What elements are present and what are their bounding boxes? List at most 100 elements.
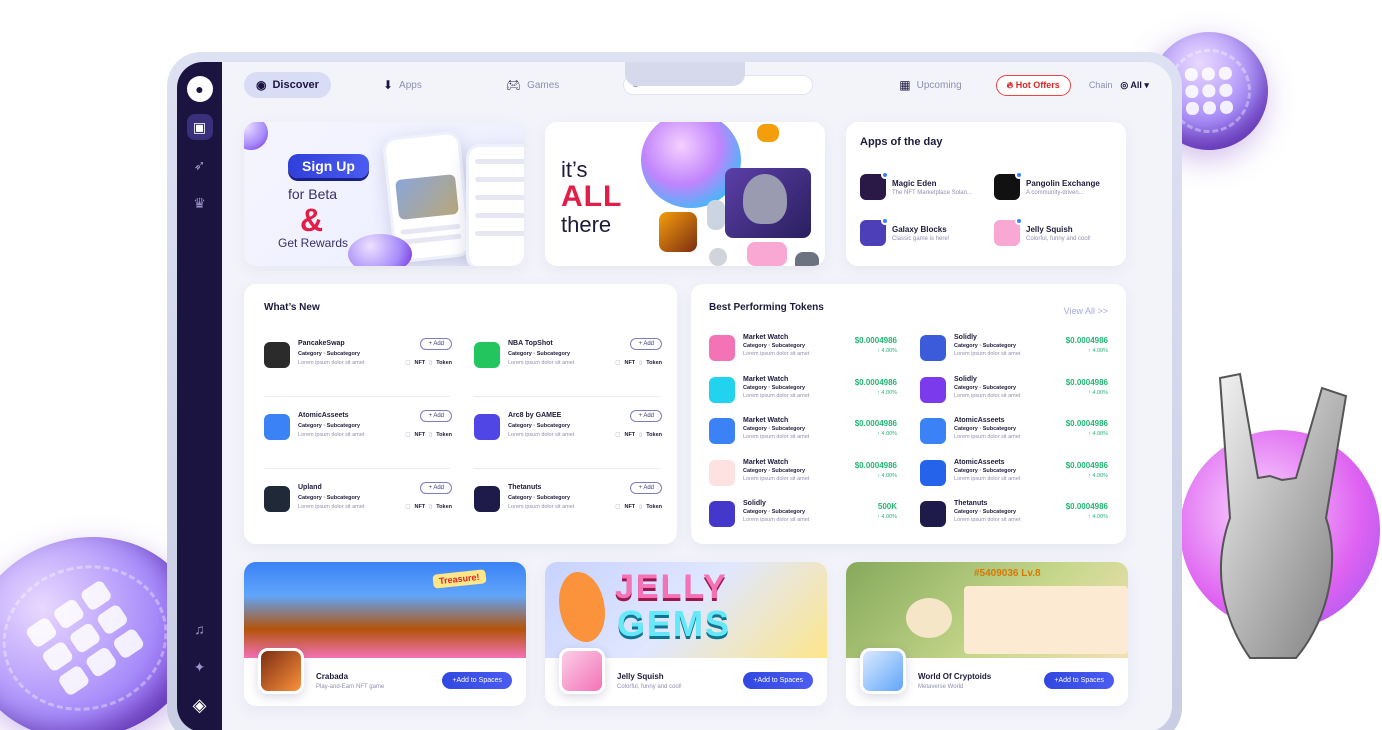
whats-new-item[interactable]: Upland Category · Subcategory Lorem ipsum … xyxy=(264,482,452,522)
app-icon xyxy=(474,486,500,512)
nft-tag-icon: ▢ xyxy=(615,360,621,366)
signup-banner[interactable]: Sign Up for Beta & Get Rewards xyxy=(244,122,524,266)
jelly-squish-icon xyxy=(994,217,1023,246)
token-tag: Token xyxy=(646,432,662,438)
token-price: $0.0004986 xyxy=(1065,377,1108,387)
add-button[interactable]: + Add xyxy=(630,338,662,350)
token-icon xyxy=(920,376,946,403)
token-name: Market Watch xyxy=(743,417,789,424)
app-card[interactable]: Galaxy Blocks Classic game is here! xyxy=(860,217,990,246)
all-there-banner[interactable]: it’s ALL there xyxy=(545,122,825,266)
tab-games[interactable]: 🎮︎ Games xyxy=(494,72,571,98)
add-to-spaces-button[interactable]: +Add to Spaces xyxy=(442,672,512,689)
token-row[interactable]: AtomicAsseets Category · Subcategory Lorem… xyxy=(920,417,1108,447)
token-row[interactable]: Solidly Category · Subcategory Lorem ipsum… xyxy=(709,500,897,530)
sidebar-store-icon[interactable]: ▣ xyxy=(186,114,213,140)
token-row[interactable]: Thetanuts Category · Subcategory Lorem ips… xyxy=(920,500,1108,530)
token-price: $0.0004986 xyxy=(854,460,897,470)
beta-text: for Beta xyxy=(288,186,338,202)
sidebar-crown-icon[interactable]: ♛ xyxy=(187,190,213,216)
app-card[interactable]: Magic Eden The NFT Marketplace Solan... xyxy=(860,171,990,200)
token-tag: Token xyxy=(436,432,452,438)
whats-new-item[interactable]: NBA TopShot Category · Subcategory Lorem i… xyxy=(474,338,662,378)
app-desc: A community-driven... xyxy=(1026,189,1084,196)
token-row[interactable]: Solidly Category · Subcategory Lorem ipsum… xyxy=(920,376,1108,406)
token-row[interactable]: Market Watch Category · Subcategory Lorem … xyxy=(709,459,897,489)
token-change: ↑ 4.00% xyxy=(1088,472,1108,479)
game-tile xyxy=(709,248,727,266)
view-all-link[interactable]: View All >> xyxy=(1064,306,1108,316)
game-card-cryptoids[interactable]: #5409036 Lv.8 World Of Cryptoids Metaver… xyxy=(846,562,1128,706)
app-name: AtomicAsseets xyxy=(298,412,349,419)
token-row[interactable]: Market Watch Category · Subcategory Lorem … xyxy=(709,334,897,364)
token-price: 500K xyxy=(877,502,897,511)
add-button[interactable]: + Add xyxy=(630,410,662,422)
app-category: Category · Subcategory xyxy=(508,495,571,501)
app-name: NBA TopShot xyxy=(508,340,553,347)
app-desc: Lorem ipsum dolor sit amet xyxy=(298,360,365,366)
game-name: World Of Cryptoids xyxy=(918,672,992,681)
token-change: ↑ 4.00% xyxy=(877,348,897,354)
user-avatar-icon[interactable]: ● xyxy=(186,76,213,102)
add-button[interactable]: + Add xyxy=(420,482,452,494)
add-button[interactable]: + Add xyxy=(420,410,452,422)
game-name: Crabada xyxy=(316,672,349,681)
game-card-jelly-squish[interactable]: JELLY GEMS Jelly Squish Colorful, funny … xyxy=(545,562,827,706)
add-to-spaces-button[interactable]: +Add to Spaces xyxy=(1044,672,1114,689)
apps-of-the-day: Apps of the day Magic Eden The NFT Market… xyxy=(846,122,1126,266)
sidebar-sparkle-icon[interactable]: ✦ xyxy=(187,654,213,680)
whats-new-item[interactable]: AtomicAsseets Category · Subcategory Lorem… xyxy=(264,410,452,450)
token-name: Solidly xyxy=(743,500,766,507)
app-card[interactable]: Pangolin Exchange A community-driven... xyxy=(994,171,1124,200)
token-desc: Lorem ipsum dolor sit amet xyxy=(743,351,810,357)
token-category: Category · Subcategory xyxy=(743,426,806,432)
tab-apps-label: Apps xyxy=(399,79,422,91)
token-change: ↑ 4.00% xyxy=(877,389,897,396)
tab-discover[interactable]: ◉ Discover xyxy=(244,72,331,98)
token-row[interactable]: Market Watch Category · Subcategory Lorem … xyxy=(709,376,897,406)
sign-up-button[interactable]: Sign Up xyxy=(288,154,369,178)
whats-new-title: What’s New xyxy=(264,302,320,313)
token-desc: Lorem ipsum dolor sit amet xyxy=(954,392,1021,399)
app-desc: Lorem ipsum dolor sit amet xyxy=(298,504,365,510)
whats-new-item[interactable]: Thetanuts Category · Subcategory Lorem ips… xyxy=(474,482,662,522)
gamepad-icon: 🎮︎ xyxy=(505,78,522,92)
token-name: Solidly xyxy=(954,375,977,383)
app-tags: ▢ NFT ▯ Token xyxy=(615,432,662,438)
app-card[interactable]: Jelly Squish Colorful, funny and cool! xyxy=(994,217,1124,246)
divider xyxy=(264,468,450,469)
token-category: Category · Subcategory xyxy=(743,384,806,391)
token-name: Solidly xyxy=(954,334,977,341)
app-name: Thetanuts xyxy=(508,484,542,491)
app-name: Arc8 by GAMEE xyxy=(508,412,562,419)
token-category: Category · Subcategory xyxy=(954,509,1017,515)
hot-offers-button[interactable]: 🔥︎ Hot Offers xyxy=(995,74,1071,96)
brand-logo-icon[interactable]: ◈ xyxy=(187,692,213,718)
nft-tag: NFT xyxy=(414,360,426,366)
token-row[interactable]: AtomicAsseets Category · Subcategory Lorem… xyxy=(920,459,1108,489)
app-icon xyxy=(264,486,290,512)
orange-slice-icon xyxy=(559,572,605,642)
token-icon xyxy=(920,501,946,527)
whats-new-item[interactable]: Arc8 by GAMEE Category · Subcategory Lorem… xyxy=(474,410,662,450)
token-row[interactable]: Market Watch Category · Subcategory Lorem … xyxy=(709,417,897,447)
decorative-coin-icon xyxy=(244,122,268,150)
add-button[interactable]: + Add xyxy=(630,482,662,494)
app-tags: ▢ NFT ▯ Token xyxy=(405,432,452,438)
whats-new-item[interactable]: PancakeSwap Category · Subcategory Lorem i… xyxy=(264,338,452,378)
notification-bell-icon[interactable]: ♫ xyxy=(187,616,213,642)
tab-apps[interactable]: ⬇ Apps xyxy=(371,72,434,98)
token-price: $0.0004986 xyxy=(854,419,897,428)
add-to-spaces-button[interactable]: +Add to Spaces xyxy=(743,672,813,689)
token-row[interactable]: Solidly Category · Subcategory Lorem ipsum… xyxy=(920,334,1108,364)
tab-upcoming[interactable]: ▦ Upcoming xyxy=(887,72,973,98)
nft-tag-icon: ▢ xyxy=(615,432,621,438)
add-button[interactable]: + Add xyxy=(420,338,452,350)
app-category: Category · Subcategory xyxy=(508,351,571,357)
game-card-crabada[interactable]: Treasure! Crabada Play-and-Earn NFT game… xyxy=(244,562,526,706)
token-tag-icon: ▯ xyxy=(429,360,433,366)
chain-select[interactable]: ◎ All ▾ xyxy=(1120,80,1149,91)
sidebar-rocket-icon[interactable]: ➶ xyxy=(187,152,213,178)
calendar-icon: ▦ xyxy=(899,78,911,92)
token-price: $0.0004986 xyxy=(854,336,897,345)
